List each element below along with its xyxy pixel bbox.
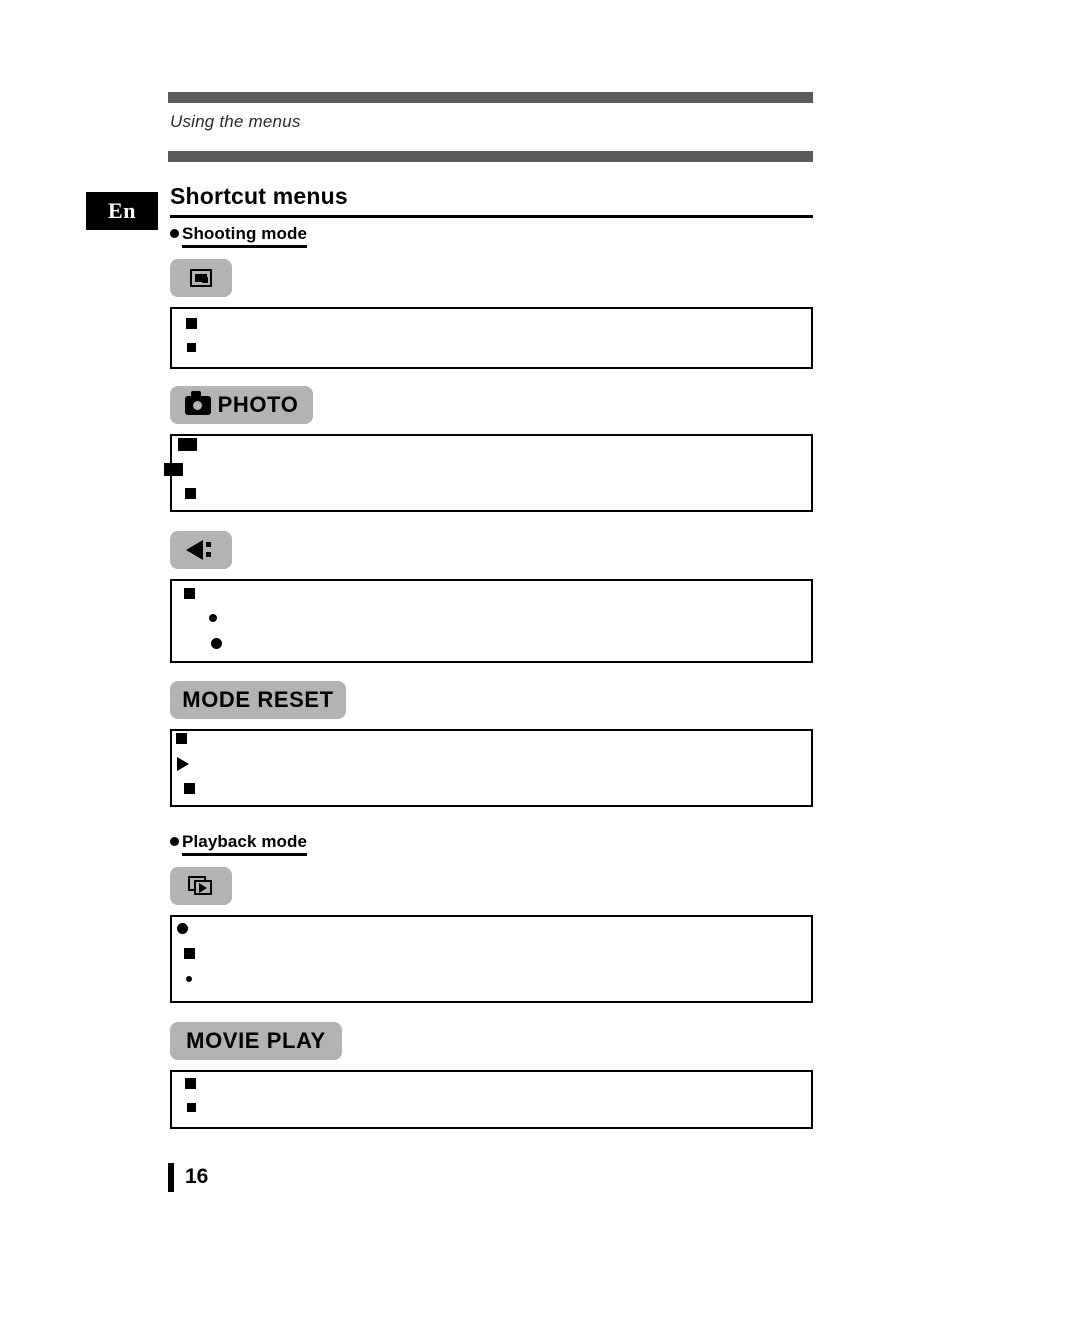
list-marker xyxy=(209,614,217,622)
list-marker xyxy=(184,783,195,794)
list-marker xyxy=(185,488,196,499)
chip-playback-menu-icon[interactable] xyxy=(170,867,232,905)
language-tab: En xyxy=(86,192,158,230)
chip-photo-label: PHOTO xyxy=(217,392,299,417)
playback-frames-icon xyxy=(188,876,214,896)
footer-rule xyxy=(168,1163,174,1192)
list-marker xyxy=(184,948,195,959)
page-title: Shortcut menus xyxy=(170,183,348,209)
list-marker xyxy=(177,757,189,771)
list-marker xyxy=(186,976,192,982)
content-box-flash xyxy=(170,579,813,663)
page-number: 16 xyxy=(185,1165,209,1188)
content-box-photo xyxy=(170,434,813,512)
list-marker xyxy=(184,588,195,599)
chip-photo[interactable]: PHOTO xyxy=(170,386,313,424)
content-box-shooting-menu xyxy=(170,307,813,369)
bullet-icon xyxy=(170,837,179,846)
content-box-movie-play xyxy=(170,1070,813,1129)
subheading-playback-mode: Playback mode xyxy=(170,832,308,856)
camera-icon xyxy=(184,390,211,415)
camera-menu-icon xyxy=(190,269,212,287)
subheading-playback-mode-label: Playback mode xyxy=(182,832,308,856)
chip-flash-menu-icon[interactable] xyxy=(170,531,232,569)
list-marker xyxy=(187,1103,196,1112)
header-rule-bottom xyxy=(168,151,813,162)
subheading-shooting-mode-label: Shooting mode xyxy=(182,224,308,248)
list-marker xyxy=(211,638,222,649)
chip-shooting-menu-icon[interactable] xyxy=(170,259,232,297)
list-marker xyxy=(176,733,187,744)
bullet-icon xyxy=(170,229,179,238)
running-head: Using the menus xyxy=(170,112,301,131)
content-box-mode-reset xyxy=(170,729,813,807)
chip-mode-reset-label: MODE RESET xyxy=(182,687,334,712)
chip-mode-reset[interactable]: MODE RESET xyxy=(170,681,346,719)
flash-arrow-icon xyxy=(186,540,216,560)
list-marker xyxy=(164,463,183,476)
header-rule-top xyxy=(168,92,813,103)
list-marker xyxy=(187,343,196,352)
list-marker xyxy=(178,438,197,451)
chip-movie-play[interactable]: MOVIE PLAY xyxy=(170,1022,342,1060)
document-page: Using the menus En Shortcut menus Shooti… xyxy=(0,0,1080,1317)
title-rule xyxy=(170,215,813,218)
list-marker xyxy=(186,318,197,329)
list-marker xyxy=(177,923,188,934)
content-box-playback xyxy=(170,915,813,1003)
list-marker xyxy=(185,1078,196,1089)
chip-movie-play-label: MOVIE PLAY xyxy=(186,1028,326,1053)
subheading-shooting-mode: Shooting mode xyxy=(170,224,308,248)
